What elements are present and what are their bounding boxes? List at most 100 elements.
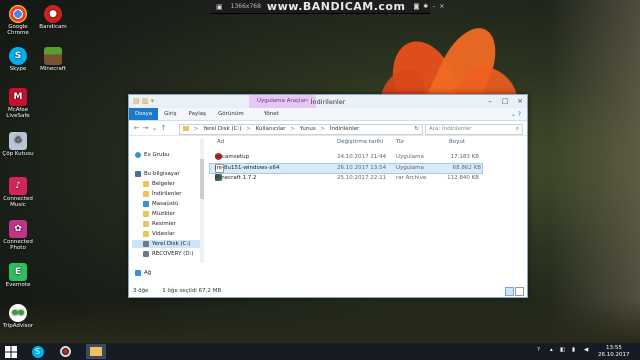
folder-icon bbox=[143, 180, 149, 187]
drive-icon bbox=[143, 240, 149, 247]
file-row-selected[interactable]: jre-8u151-windows-x64 26.10.2017 13:54 U… bbox=[209, 163, 483, 174]
settings-icon[interactable]: ✱ bbox=[423, 3, 428, 10]
desktop-icon-skype[interactable]: S Skype bbox=[1, 47, 35, 72]
desktop-icon-label: Google Chrome bbox=[7, 24, 29, 36]
desktop-icon-recycle-bin[interactable]: ♻ Çöp Kutusu bbox=[1, 132, 35, 157]
camera-snapshot-icon[interactable]: ◙ bbox=[413, 3, 419, 10]
computer-icon bbox=[135, 170, 141, 177]
column-header-date[interactable]: Değiştirme tarihi bbox=[337, 139, 383, 145]
camera-icon[interactable]: ▣ bbox=[216, 3, 223, 11]
nav-desktop[interactable]: Masaüstü bbox=[143, 200, 178, 208]
recorder-bar: ▣ 1366x768 www.BANDICAM.com ◙ ✱ – × bbox=[210, 0, 444, 14]
column-header-size[interactable]: Boyut bbox=[449, 139, 465, 145]
desktop-icon-connected-music[interactable]: ♪ Connected Music bbox=[1, 177, 35, 208]
homegroup-icon bbox=[135, 151, 141, 158]
minimize-icon[interactable]: – bbox=[432, 3, 435, 10]
tray-icon[interactable]: ◧ bbox=[560, 347, 565, 353]
nav-network[interactable]: Ağ bbox=[135, 269, 151, 277]
taskbar-skype[interactable]: S bbox=[30, 344, 45, 359]
nav-drive-d[interactable]: RECOVERY (D:) bbox=[143, 250, 194, 258]
network-icon[interactable]: ▮ bbox=[572, 347, 575, 353]
resolution-label: 1366x768 bbox=[230, 3, 261, 10]
tab-share[interactable]: Paylaş bbox=[183, 108, 212, 120]
file-date: 26.10.2017 13:54 bbox=[337, 165, 387, 171]
show-hidden-icons[interactable]: ▴ bbox=[550, 347, 553, 353]
desktop-icon-tripadvisor[interactable]: oo TripAdvisor bbox=[1, 304, 35, 329]
file-date: 24.10.2017 21:44 bbox=[337, 154, 387, 160]
forward-icon[interactable]: → bbox=[141, 124, 150, 132]
nav-videos[interactable]: Videolar bbox=[143, 230, 175, 238]
address-sep: > bbox=[246, 126, 251, 132]
clock-date[interactable]: 26.10.2017 bbox=[598, 352, 630, 358]
desktop-icon-label: Connected Music bbox=[3, 196, 33, 208]
folder-icon bbox=[143, 220, 149, 227]
address-bar[interactable]: > Yerel Disk (C:) > Kullanıcılar > Yunus… bbox=[179, 124, 423, 135]
file-type: Uygulama bbox=[396, 154, 424, 160]
up-icon[interactable]: ↑ bbox=[159, 124, 168, 132]
breadcrumb-user[interactable]: Yunus bbox=[300, 126, 316, 132]
nav-homegroup[interactable]: Ev Grubu bbox=[135, 151, 169, 159]
nav-pictures[interactable]: Resimler bbox=[143, 220, 176, 228]
status-bar: 3 öğe 1 öğe seçildi 67,2 MB bbox=[129, 285, 527, 297]
file-type: rar Archive bbox=[396, 175, 427, 181]
nav-scrollbar[interactable] bbox=[200, 139, 204, 263]
search-placeholder: Ara: İndirilenler bbox=[429, 126, 472, 132]
recent-dropdown-icon[interactable]: ⌄ bbox=[150, 124, 159, 132]
desktop-icon-connected-photo[interactable]: ✿ Connected Photo bbox=[1, 220, 35, 251]
desktop-icon-evernote[interactable]: E Evernote bbox=[1, 263, 35, 288]
window-title: İndirilenler bbox=[310, 98, 346, 106]
status-selection: 1 öğe seçildi 67,2 MB bbox=[162, 288, 222, 294]
tab-view[interactable]: Görünüm bbox=[212, 108, 250, 120]
search-input[interactable]: Ara: İndirilenler ⌕ bbox=[425, 124, 523, 135]
start-button[interactable] bbox=[3, 344, 18, 359]
file-row[interactable]: bdcamsetup 24.10.2017 21:44 Uygulama 17.… bbox=[209, 153, 481, 162]
folder-icon bbox=[143, 200, 149, 207]
taskbar-explorer[interactable] bbox=[86, 344, 106, 359]
nav-documents[interactable]: Belgeler bbox=[143, 180, 175, 188]
tab-home[interactable]: Giriş bbox=[158, 108, 182, 120]
close-icon[interactable]: × bbox=[439, 3, 444, 10]
nav-drive-c[interactable]: Yerel Disk (C:) bbox=[132, 240, 200, 248]
close-button[interactable]: × bbox=[515, 97, 525, 105]
desktop-icon-label: McAfee LiveSafe bbox=[6, 107, 30, 119]
column-header-type[interactable]: Tür bbox=[396, 139, 404, 145]
nav-downloads[interactable]: İndirilenler bbox=[143, 190, 182, 198]
volume-icon[interactable]: ◀ bbox=[584, 347, 588, 353]
desktop-icon-label: TripAdvisor bbox=[2, 323, 34, 329]
address-sep: > bbox=[320, 126, 326, 132]
help-icon[interactable]: ? bbox=[537, 347, 540, 353]
tab-manage[interactable]: Yönet bbox=[258, 108, 285, 120]
expand-ribbon-icon[interactable]: ⌄ ? bbox=[511, 111, 521, 118]
clock-time[interactable]: 13:55 bbox=[606, 345, 622, 351]
nav-this-pc[interactable]: Bu bilgisayar bbox=[135, 170, 180, 178]
desktop-icon-mcafee[interactable]: M McAfee LiveSafe bbox=[1, 88, 35, 119]
address-sep: > bbox=[290, 126, 295, 132]
taskbar-bandicam[interactable] bbox=[58, 344, 73, 359]
file-row[interactable]: Minecraft 1.7.2 25.10.2017 22:11 rar Arc… bbox=[209, 174, 481, 183]
folder-icon bbox=[143, 210, 149, 217]
breadcrumb-users[interactable]: Kullanıcılar bbox=[256, 126, 286, 132]
nav-music[interactable]: Müzikler bbox=[143, 210, 175, 218]
large-icons-view-icon[interactable] bbox=[515, 287, 524, 296]
back-icon[interactable]: ← bbox=[132, 124, 141, 132]
breadcrumb-downloads[interactable]: İndirilenler bbox=[330, 126, 360, 132]
breadcrumb-drive[interactable]: Yerel Disk (C:) bbox=[203, 126, 241, 132]
desktop-icon-chrome[interactable]: Google Chrome bbox=[1, 5, 35, 36]
column-header-name[interactable]: Ad bbox=[217, 139, 224, 145]
details-view-icon[interactable] bbox=[505, 287, 514, 296]
explorer-window: ▤ ▥ ▾ Uygulama Araçları İndirilenler – □… bbox=[128, 94, 528, 298]
evernote-icon: E bbox=[9, 263, 27, 281]
desktop-icon-minecraft[interactable]: Minecraft bbox=[36, 47, 70, 72]
scrollbar-thumb[interactable] bbox=[200, 159, 204, 199]
bandicam-icon: ● bbox=[44, 5, 62, 23]
refresh-icon[interactable]: ↻ bbox=[414, 125, 419, 134]
tab-file[interactable]: Dosya bbox=[129, 108, 159, 120]
music-icon: ♪ bbox=[9, 177, 27, 195]
taskbar: S ? ▴ ◧ ▮ ◀ 13:55 26.10.2017 bbox=[0, 343, 640, 360]
desktop-icon-bandicam[interactable]: ● Bandicam bbox=[36, 5, 70, 30]
desktop-icon-label: Skype bbox=[9, 66, 27, 72]
search-icon: ⌕ bbox=[515, 126, 519, 132]
maximize-button[interactable]: □ bbox=[500, 97, 510, 105]
minimize-button[interactable]: – bbox=[485, 97, 495, 105]
title-bar[interactable]: ▤ ▥ ▾ Uygulama Araçları İndirilenler – □… bbox=[129, 95, 527, 108]
